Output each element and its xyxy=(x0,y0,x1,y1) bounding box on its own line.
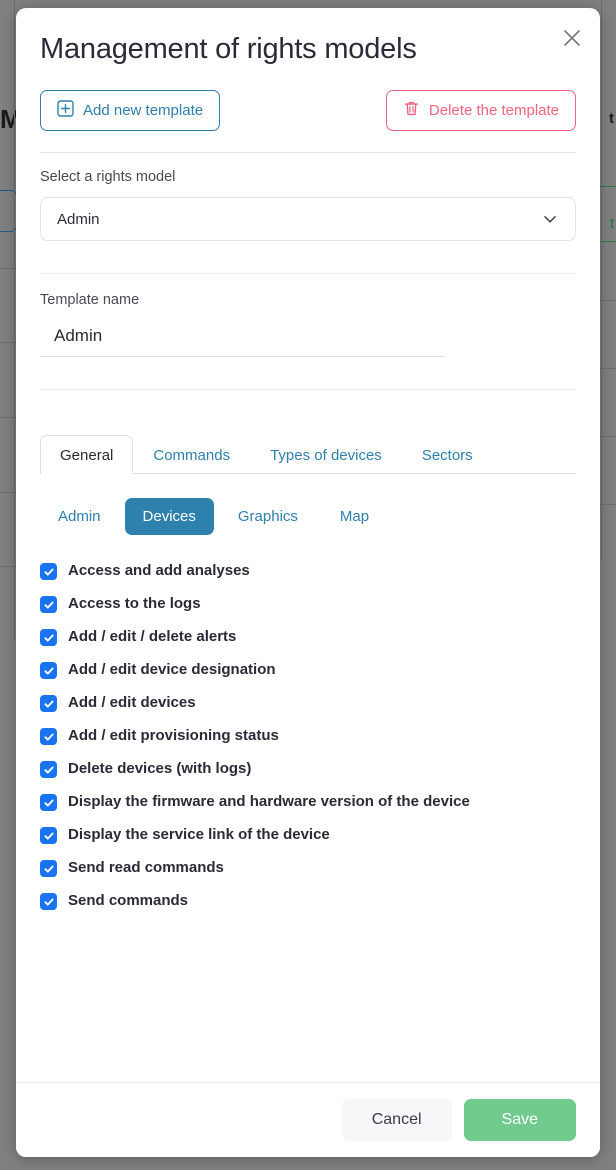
rights-models-dialog: Management of rights models Add new temp… xyxy=(16,8,600,1157)
permission-label: Add / edit / delete alerts xyxy=(68,628,237,646)
permission-checkbox[interactable] xyxy=(40,761,57,778)
permission-checkbox[interactable] xyxy=(40,794,57,811)
tab-commands[interactable]: Commands xyxy=(133,435,250,474)
background-right-text: t xyxy=(609,110,614,127)
permission-label: Send commands xyxy=(68,892,189,910)
permission-checkbox[interactable] xyxy=(40,860,57,877)
permission-row[interactable]: Display the service link of the device xyxy=(40,827,576,844)
permission-row[interactable]: Add / edit devices xyxy=(40,695,576,712)
chevron-down-icon xyxy=(541,210,559,228)
permission-checkbox[interactable] xyxy=(40,695,57,712)
background-divider xyxy=(600,186,616,187)
close-icon[interactable] xyxy=(556,22,588,54)
add-new-template-button[interactable]: Add new template xyxy=(40,90,221,131)
permission-label: Add / edit provisioning status xyxy=(68,727,279,745)
dialog-footer: Cancel Save xyxy=(16,1082,600,1157)
permission-checkbox[interactable] xyxy=(40,596,57,613)
permission-row[interactable]: Display the firmware and hardware versio… xyxy=(40,794,576,811)
permission-label: Add / edit device designation xyxy=(68,661,276,679)
background-divider xyxy=(600,241,616,242)
permission-checkbox[interactable] xyxy=(40,827,57,844)
background-divider xyxy=(14,0,15,640)
permission-checkbox[interactable] xyxy=(40,662,57,679)
select-rights-model-label: Select a rights model xyxy=(40,169,176,185)
plus-square-icon xyxy=(57,100,74,121)
permission-label: Access and add analyses xyxy=(68,562,250,580)
permission-label: Display the service link of the device xyxy=(68,826,330,844)
background-divider xyxy=(600,504,616,505)
permission-checkbox[interactable] xyxy=(40,629,57,646)
background-divider xyxy=(600,368,616,369)
permission-row[interactable]: Add / edit device designation xyxy=(40,662,576,679)
permission-label: Add / edit devices xyxy=(68,694,196,712)
page-title: Management of rights models xyxy=(40,33,417,65)
template-name-input[interactable] xyxy=(40,320,445,357)
delete-template-button[interactable]: Delete the template xyxy=(385,90,576,131)
rights-model-select[interactable]: Admin xyxy=(40,197,576,241)
divider xyxy=(40,389,576,390)
background-divider xyxy=(600,436,616,437)
permission-label: Send read commands xyxy=(68,859,224,877)
tab-general[interactable]: General xyxy=(40,435,134,474)
template-name-section: Template name xyxy=(16,274,600,390)
cancel-button[interactable]: Cancel xyxy=(341,1099,452,1141)
subtab-devices[interactable]: Devices xyxy=(124,498,214,535)
permission-row[interactable]: Send commands xyxy=(40,893,576,910)
permission-row[interactable]: Add / edit / delete alerts xyxy=(40,629,576,646)
permission-list: Access and add analyses Access to the log… xyxy=(16,535,600,910)
permission-label: Access to the logs xyxy=(68,595,201,613)
tab-sectors[interactable]: Sectors xyxy=(402,435,493,474)
subtab-graphics[interactable]: Graphics xyxy=(220,498,316,535)
permission-checkbox[interactable] xyxy=(40,728,57,745)
dialog-body: Management of rights models Add new temp… xyxy=(16,8,600,1082)
permission-label: Display the firmware and hardware versio… xyxy=(68,793,470,811)
dialog-action-row: Add new template Delete the template xyxy=(16,66,600,131)
rights-model-selected-value: Admin xyxy=(57,210,100,228)
delete-template-label: Delete the template xyxy=(428,102,559,119)
subtab-admin[interactable]: Admin xyxy=(40,498,119,535)
permission-checkbox[interactable] xyxy=(40,893,57,910)
background-green-text: t xyxy=(609,215,614,232)
rights-model-section: Select a rights model Admin xyxy=(16,153,600,274)
tab-bar: General Commands Types of devices Sector… xyxy=(16,434,600,474)
permission-row[interactable]: Delete devices (with logs) xyxy=(40,761,576,778)
template-name-label: Template name xyxy=(40,292,140,308)
add-new-template-label: Add new template xyxy=(83,102,204,119)
permission-row[interactable]: Access and add analyses xyxy=(40,563,576,580)
permission-row[interactable]: Send read commands xyxy=(40,860,576,877)
trash-icon xyxy=(403,100,420,121)
permission-label: Delete devices (with logs) xyxy=(68,760,252,778)
subtab-map[interactable]: Map xyxy=(322,498,387,535)
tab-types-of-devices[interactable]: Types of devices xyxy=(250,435,402,474)
permission-row[interactable]: Add / edit provisioning status xyxy=(40,728,576,745)
permission-row[interactable]: Access to the logs xyxy=(40,596,576,613)
sub-tab-bar: Admin Devices Graphics Map xyxy=(16,498,600,535)
save-button[interactable]: Save xyxy=(463,1099,576,1141)
background-divider xyxy=(601,0,602,560)
permission-checkbox[interactable] xyxy=(40,563,57,580)
background-divider xyxy=(600,300,616,301)
